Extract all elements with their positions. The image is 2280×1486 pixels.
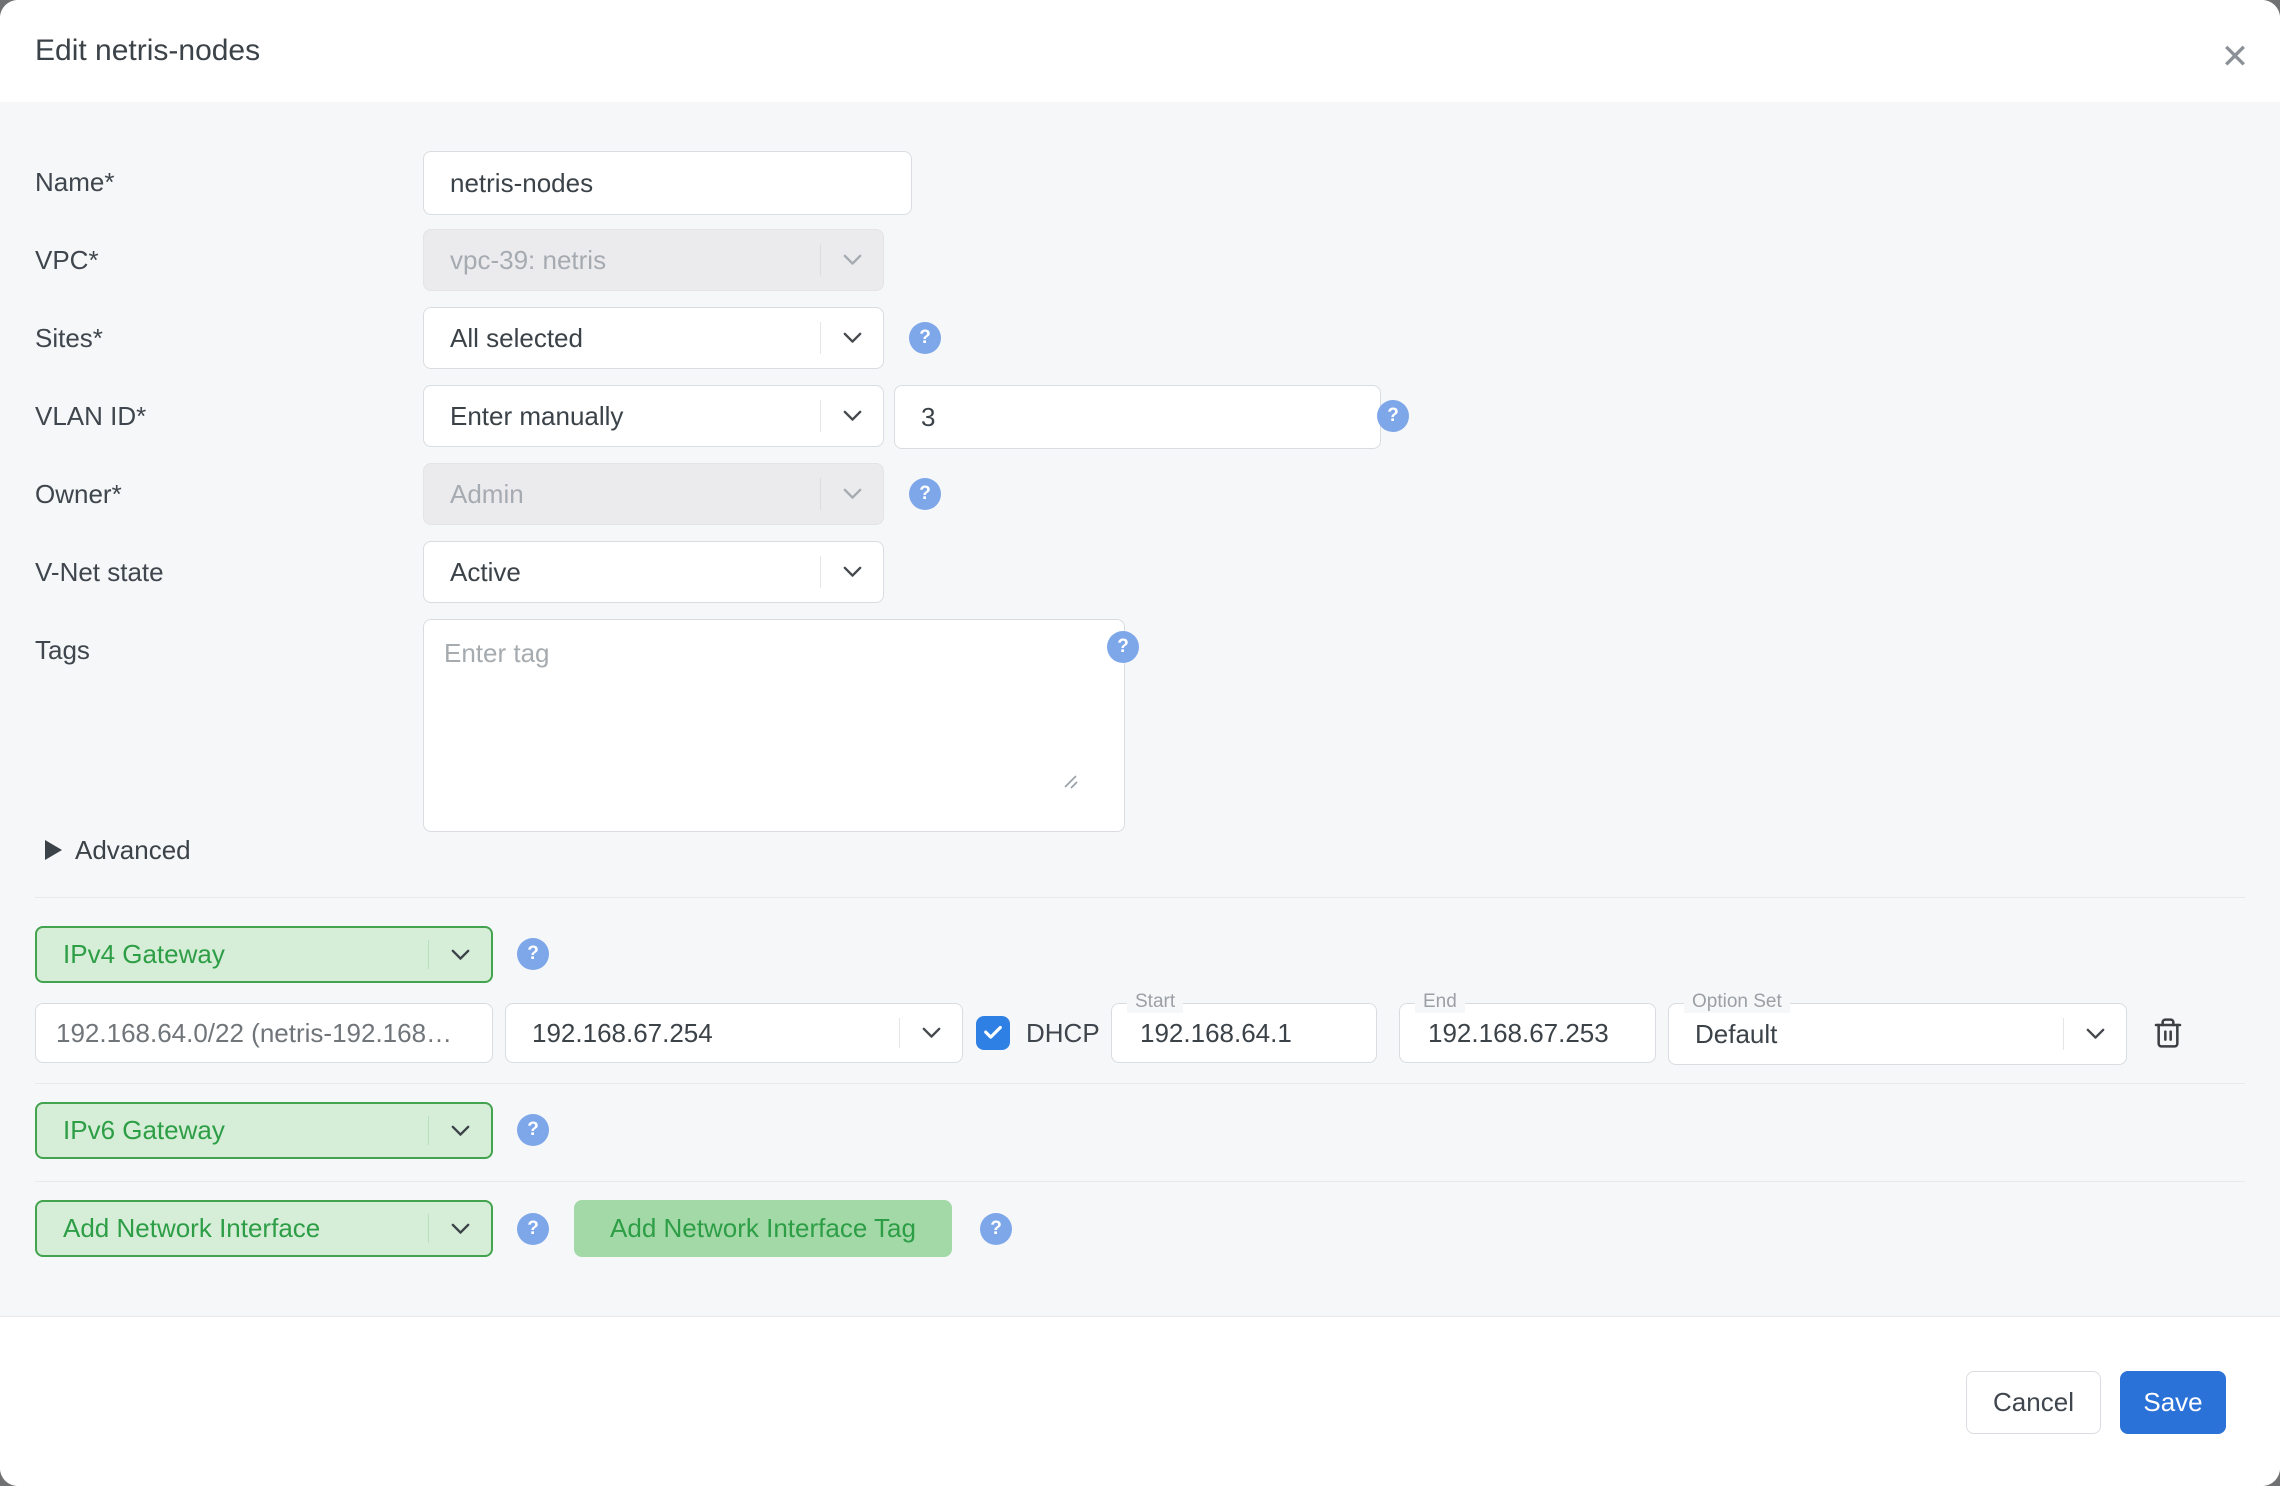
trash-icon[interactable]	[2146, 1011, 2190, 1055]
advanced-label: Advanced	[75, 835, 191, 866]
cancel-button[interactable]: Cancel	[1966, 1371, 2101, 1434]
add-interface-tag-help-icon[interactable]: ?	[980, 1213, 1012, 1245]
vpc-select-value: vpc-39: netris	[424, 245, 820, 276]
sites-select-value: All selected	[424, 323, 820, 354]
add-network-interface-label: Add Network Interface	[37, 1213, 428, 1244]
tags-help-icon[interactable]: ?	[1107, 631, 1139, 663]
dhcp-checkbox[interactable]	[976, 1016, 1010, 1050]
ipv4-gateway-select[interactable]: IPv4 Gateway	[35, 926, 493, 983]
ipv4-gateway-help-icon[interactable]: ?	[517, 938, 549, 970]
ipv4-subnet-value: 192.168.64.0/22 (netris-192.168…	[56, 1018, 452, 1049]
chevron-down-icon	[428, 1214, 491, 1243]
advanced-toggle[interactable]: Advanced	[45, 836, 191, 864]
chevron-down-icon	[428, 1116, 491, 1145]
vlan-mode-select-value: Enter manually	[424, 401, 820, 432]
owner-select-value: Admin	[424, 479, 820, 510]
chevron-down-icon	[820, 244, 883, 276]
chevron-down-icon	[899, 1018, 962, 1048]
vpc-select: vpc-39: netris	[423, 229, 884, 291]
ipv4-gateway-select-label: IPv4 Gateway	[37, 939, 428, 970]
vpc-label: VPC*	[35, 229, 99, 291]
chevron-down-icon	[820, 400, 883, 432]
chevron-down-icon	[820, 556, 883, 588]
ipv6-gateway-help-icon[interactable]: ?	[517, 1114, 549, 1146]
section-divider	[35, 1083, 2245, 1084]
ipv4-gateway-ip-value: 192.168.67.254	[506, 1018, 899, 1049]
check-icon	[982, 1022, 1004, 1044]
chevron-down-icon	[820, 478, 883, 510]
footer-divider	[0, 1316, 2280, 1317]
dhcp-label: DHCP	[1026, 1003, 1100, 1063]
sites-help-icon[interactable]: ?	[909, 322, 941, 354]
option-set-label: Option Set	[1684, 991, 1790, 1013]
vlan-id-label: VLAN ID*	[35, 385, 146, 447]
triangle-right-icon	[45, 840, 62, 860]
vnet-state-select[interactable]: Active	[423, 541, 884, 603]
chevron-down-icon	[428, 940, 491, 969]
vlan-help-icon[interactable]: ?	[1377, 400, 1409, 432]
dhcp-start-label: Start	[1127, 991, 1183, 1013]
option-set-value: Default	[1669, 1019, 2063, 1050]
vlan-mode-select[interactable]: Enter manually	[423, 385, 884, 447]
ipv6-gateway-select[interactable]: IPv6 Gateway	[35, 1102, 493, 1159]
name-label: Name*	[35, 151, 114, 213]
ipv4-subnet-select[interactable]: 192.168.64.0/22 (netris-192.168…	[35, 1003, 493, 1063]
modal-footer	[0, 1316, 2280, 1486]
ipv4-gateway-ip-select[interactable]: 192.168.67.254	[505, 1003, 963, 1063]
sites-label: Sites*	[35, 307, 103, 369]
add-interface-help-icon[interactable]: ?	[517, 1213, 549, 1245]
owner-select: Admin	[423, 463, 884, 525]
add-network-interface-tag-button[interactable]: Add Network Interface Tag	[574, 1200, 952, 1257]
tags-label: Tags	[35, 619, 90, 681]
section-divider	[35, 897, 2245, 898]
chevron-down-icon	[820, 322, 883, 354]
add-network-interface-select[interactable]: Add Network Interface	[35, 1200, 493, 1257]
vnet-state-select-value: Active	[424, 557, 820, 588]
vlan-id-input[interactable]	[894, 385, 1381, 449]
dhcp-end-label: End	[1415, 991, 1465, 1013]
vnet-state-label: V-Net state	[35, 541, 164, 603]
owner-help-icon[interactable]: ?	[909, 478, 941, 510]
modal-title: Edit netris-nodes	[35, 0, 260, 102]
name-input[interactable]	[423, 151, 912, 215]
ipv6-gateway-select-label: IPv6 Gateway	[37, 1115, 428, 1146]
save-button[interactable]: Save	[2120, 1371, 2226, 1434]
chevron-down-icon	[2063, 1018, 2126, 1050]
close-icon[interactable]: ✕	[2212, 34, 2258, 80]
owner-label: Owner*	[35, 463, 122, 525]
sites-select[interactable]: All selected	[423, 307, 884, 369]
modal-header: Edit netris-nodes ✕	[0, 0, 2280, 102]
edit-vnet-modal: Edit netris-nodes ✕ Name* VPC* vpc-39: n…	[0, 0, 2280, 1486]
tags-textarea[interactable]	[423, 619, 1125, 832]
section-divider	[35, 1181, 2245, 1182]
